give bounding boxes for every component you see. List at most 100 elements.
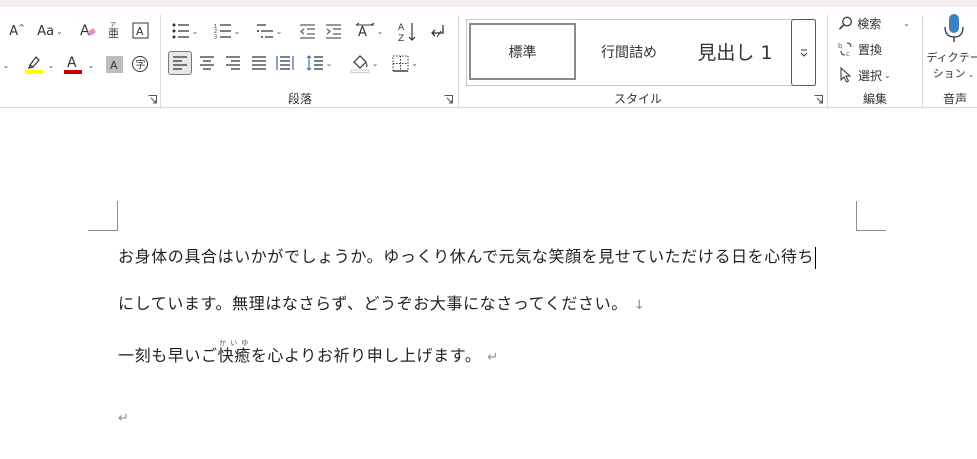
line-3-text-before: 一刻も早いご (118, 346, 218, 365)
change-case-button[interactable]: Aa ⌄ (34, 21, 66, 41)
numbering-button[interactable]: 1 2 3 ⌄ (210, 19, 244, 43)
text-direction-button[interactable]: A ⌄ (352, 19, 386, 43)
sort-button[interactable]: AZ (396, 19, 418, 45)
align-left-button[interactable] (168, 51, 192, 75)
character-border-icon: A (132, 22, 148, 38)
svg-text:字: 字 (136, 58, 146, 71)
replace-icon: bc (838, 42, 852, 57)
character-shading-button[interactable]: A (104, 53, 124, 75)
margin-corner-top-right (856, 201, 886, 231)
highlighter-icon (25, 56, 43, 74)
shading-button[interactable]: ⌄ (346, 51, 382, 75)
paragraph-mark: ↵ (487, 350, 499, 365)
svg-text:A: A (136, 25, 144, 38)
line-spacing-button[interactable]: ⌄ (302, 51, 336, 75)
align-right-button[interactable] (222, 51, 244, 75)
find-label: 検索 (857, 16, 882, 31)
phonetic-guide-button[interactable]: ア亜 (104, 19, 124, 41)
dictate-label-line1: ディクテー (926, 51, 977, 64)
document-page[interactable]: お身体の具合はいかがでしょうか。ゆっくり休んで元気な笑顔を見せていただける日を心… (0, 109, 977, 459)
align-left-icon (173, 56, 187, 70)
bullets-icon (172, 23, 189, 39)
decrease-indent-icon (299, 23, 315, 39)
style-normal-label: 標準 (508, 44, 537, 61)
svg-text:b: b (838, 42, 843, 50)
replace-button[interactable]: bc 置換 (838, 39, 898, 59)
styles-dialog-launcher-icon[interactable] (814, 95, 823, 104)
paragraph-group-label: 段落 (288, 92, 313, 106)
dictate-button[interactable]: ディクテー ション ⌄ (926, 13, 977, 83)
font-color-icon: A (64, 55, 82, 74)
select-button[interactable]: 選択 ⌄ (838, 65, 908, 85)
style-heading-1[interactable]: 見出し 1 (681, 23, 789, 80)
bullets-button[interactable]: ⌄ (168, 19, 202, 43)
increase-indent-button[interactable] (322, 19, 344, 43)
clear-formatting-button[interactable]: A (78, 19, 98, 41)
style-heading-1-label: 見出し 1 (697, 42, 773, 64)
replace-label: 置換 (858, 42, 883, 57)
highlight-dropdown[interactable]: ⌄ (46, 55, 55, 75)
align-right-icon (226, 56, 240, 70)
asian-layout-icon: A (355, 22, 374, 40)
search-icon (838, 16, 852, 30)
editing-group-label: 編集 (863, 92, 888, 106)
dictate-label-line2-text: ション (932, 67, 966, 80)
numbering-icon: 123 (214, 24, 231, 40)
svg-text:亜: 亜 (108, 27, 119, 39)
style-normal[interactable]: 標準 (469, 23, 576, 80)
style-no-spacing[interactable]: 行間詰め (579, 23, 679, 80)
separator (827, 15, 828, 109)
distributed-button[interactable] (274, 51, 296, 75)
styles-group-label: スタイル (614, 92, 663, 106)
decrease-indent-button[interactable] (296, 19, 318, 43)
align-center-icon (200, 56, 214, 70)
paragraph-mark-icon (431, 25, 444, 38)
paint-bucket-icon (350, 55, 369, 73)
enclose-characters-icon: 字 (132, 56, 148, 72)
ruby-annotation: 快癒かいゆ (218, 339, 251, 365)
align-center-button[interactable] (196, 51, 218, 75)
line-3-text-after: を心よりお祈り申し上げます。 (250, 346, 482, 365)
document-line-2[interactable]: にしています。無理はなさらず、どうぞお大事になさってください。 ↓ (118, 290, 645, 314)
line-1-text: お身体の具合はいかがでしょうか。ゆっくり休んで元気な笑顔を見せていただける日を心… (118, 247, 815, 266)
more-dropdown-icon (800, 49, 807, 57)
character-border-button[interactable]: A (130, 19, 150, 41)
phonetic-guide-icon: ア亜 (108, 22, 119, 39)
borders-button[interactable]: ⌄ (388, 51, 422, 75)
microphone-icon (943, 14, 964, 42)
styles-more-button[interactable] (791, 19, 816, 86)
svg-text:Z: Z (398, 34, 404, 43)
line-spacing-icon (306, 55, 323, 71)
text-cursor (815, 246, 817, 269)
document-line-1[interactable]: お身体の具合はいかがでしょうか。ゆっくり休んで元気な笑顔を見せていただける日を心… (118, 243, 817, 269)
font-dialog-launcher-icon[interactable] (148, 95, 157, 104)
grow-font-button[interactable]: A ^ (6, 21, 28, 41)
svg-text:A: A (398, 23, 405, 33)
svg-text:A: A (358, 25, 367, 40)
multilevel-list-icon (256, 24, 273, 38)
voice-group-label: 音声 (943, 92, 968, 106)
select-label: 選択 (858, 68, 883, 83)
highlight-button[interactable] (22, 52, 46, 76)
document-line-3[interactable]: 一刻も早いご快癒かいゆを心よりお祈り申し上げます。 ↵ (118, 339, 499, 366)
line-2-text: にしています。無理はなさらず、どうぞお大事になさってください。 (118, 294, 628, 313)
enclose-characters-button[interactable]: 字 (130, 53, 150, 75)
svg-text:A: A (67, 55, 77, 71)
svg-text:A: A (80, 23, 90, 39)
justify-button[interactable] (248, 51, 270, 75)
separator (160, 15, 161, 109)
paragraph-dialog-launcher-icon[interactable] (444, 95, 453, 104)
find-button[interactable]: 検索 ⌄ (838, 13, 910, 33)
multilevel-list-button[interactable]: ⌄ (252, 19, 286, 43)
document-line-4[interactable]: ↵ (118, 407, 130, 426)
show-hide-marks-button[interactable] (426, 19, 448, 45)
svg-text:3: 3 (214, 35, 217, 40)
svg-text:A: A (110, 59, 118, 72)
more-font-dropdown[interactable]: ⌄ (0, 55, 10, 75)
increase-indent-icon (325, 23, 341, 39)
ribbon: A ^ Aa ⌄ A ア亜 A ⌄ ⌄ A ⌄ A 字 ⌄ 1 2 3 ⌄ ⌄ A ⌄ (0, 7, 977, 109)
select-cursor-icon (840, 67, 852, 83)
font-color-button[interactable]: A (62, 52, 84, 76)
character-shading-icon: A (105, 55, 123, 73)
font-color-dropdown[interactable]: ⌄ (86, 55, 95, 75)
